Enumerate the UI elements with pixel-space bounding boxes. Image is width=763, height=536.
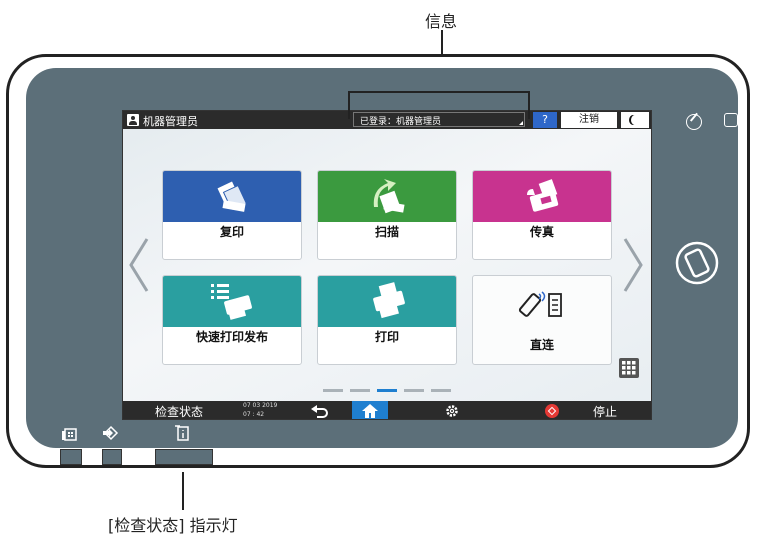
back-icon[interactable] bbox=[311, 404, 329, 418]
data-in-indicator-icon bbox=[103, 425, 119, 441]
quick-print-release-app-label: 快速打印发布 bbox=[195, 330, 268, 344]
expand-corner-icon bbox=[519, 121, 523, 125]
status-lamp-callout-line bbox=[182, 472, 184, 510]
home-icon bbox=[362, 404, 378, 418]
page-dot[interactable] bbox=[404, 389, 424, 392]
stop-icon bbox=[545, 404, 559, 418]
stop-label: 停止 bbox=[593, 405, 618, 419]
logout-button[interactable]: 注销 bbox=[561, 112, 617, 128]
check-status-label: 检查状态 bbox=[155, 405, 204, 419]
check-status-button[interactable]: 检查状态 bbox=[123, 401, 238, 419]
scan-icon bbox=[373, 179, 405, 214]
check-status-indicator-lamp bbox=[155, 449, 213, 465]
help-button[interactable]: ? bbox=[533, 112, 557, 128]
time-display: 07 : 42 bbox=[243, 411, 265, 418]
nfc-reader-icon bbox=[675, 241, 719, 285]
user-name-label: 机器管理员 bbox=[143, 115, 198, 128]
user-icon bbox=[127, 114, 139, 126]
page-dot[interactable] bbox=[431, 389, 451, 392]
phone-direct-connect-icon bbox=[518, 291, 562, 317]
scan-app-label: 扫描 bbox=[374, 225, 399, 239]
previous-page-arrow-icon[interactable] bbox=[127, 237, 149, 293]
settings-gear-icon[interactable] bbox=[445, 404, 459, 418]
home-button[interactable] bbox=[352, 401, 388, 419]
app-list-button[interactable] bbox=[619, 358, 639, 378]
grid-icon bbox=[622, 361, 636, 375]
date-display: 07 03 2019 bbox=[243, 402, 278, 409]
direct-connect-app-label: 直连 bbox=[529, 338, 554, 352]
fax-indicator-icon bbox=[62, 428, 77, 441]
direct-connect-app-tile[interactable]: 直连 bbox=[472, 275, 612, 365]
page-dot[interactable] bbox=[350, 389, 370, 392]
main-power-indicator bbox=[724, 113, 738, 127]
page-indicator bbox=[323, 389, 453, 393]
screen-bottom-bar: 检查状态 07 03 2019 07 : 42 停止 bbox=[123, 401, 651, 419]
page-dot-active[interactable] bbox=[377, 389, 397, 392]
data-in-indicator-lamp bbox=[102, 449, 122, 465]
quick-print-release-app-tile[interactable]: 快速打印发布 bbox=[162, 275, 302, 365]
info-callout-label: 信息 bbox=[425, 12, 458, 31]
copy-icon bbox=[217, 181, 248, 212]
fax-indicator-lamp bbox=[60, 449, 82, 465]
next-page-arrow-icon[interactable] bbox=[623, 237, 645, 293]
energy-saver-button[interactable] bbox=[621, 112, 649, 128]
stop-button[interactable]: 停止 bbox=[537, 401, 651, 419]
moon-icon bbox=[631, 115, 639, 125]
quick-print-release-icon bbox=[211, 284, 252, 320]
status-lamp-callout-label: [检查状态] 指示灯 bbox=[108, 516, 238, 535]
control-panel-screen: 机器管理员 已登录：机器管理员 ? 注销 复印 扫描 传真 快速打印发布 打印 … bbox=[122, 110, 652, 420]
scan-app-tile[interactable]: 扫描 bbox=[317, 170, 457, 260]
page-dot[interactable] bbox=[323, 389, 343, 392]
fax-app-label: 传真 bbox=[529, 225, 554, 239]
print-app-tile[interactable]: 打印 bbox=[317, 275, 457, 365]
print-app-label: 打印 bbox=[374, 330, 399, 344]
copy-app-tile[interactable]: 复印 bbox=[162, 170, 302, 260]
status-indicator-icon bbox=[175, 425, 189, 441]
fax-icon bbox=[527, 179, 559, 212]
copy-app-label: 复印 bbox=[219, 225, 244, 239]
info-callout-bracket bbox=[348, 91, 530, 119]
printer-icon bbox=[373, 282, 405, 319]
fax-app-tile[interactable]: 传真 bbox=[472, 170, 612, 260]
